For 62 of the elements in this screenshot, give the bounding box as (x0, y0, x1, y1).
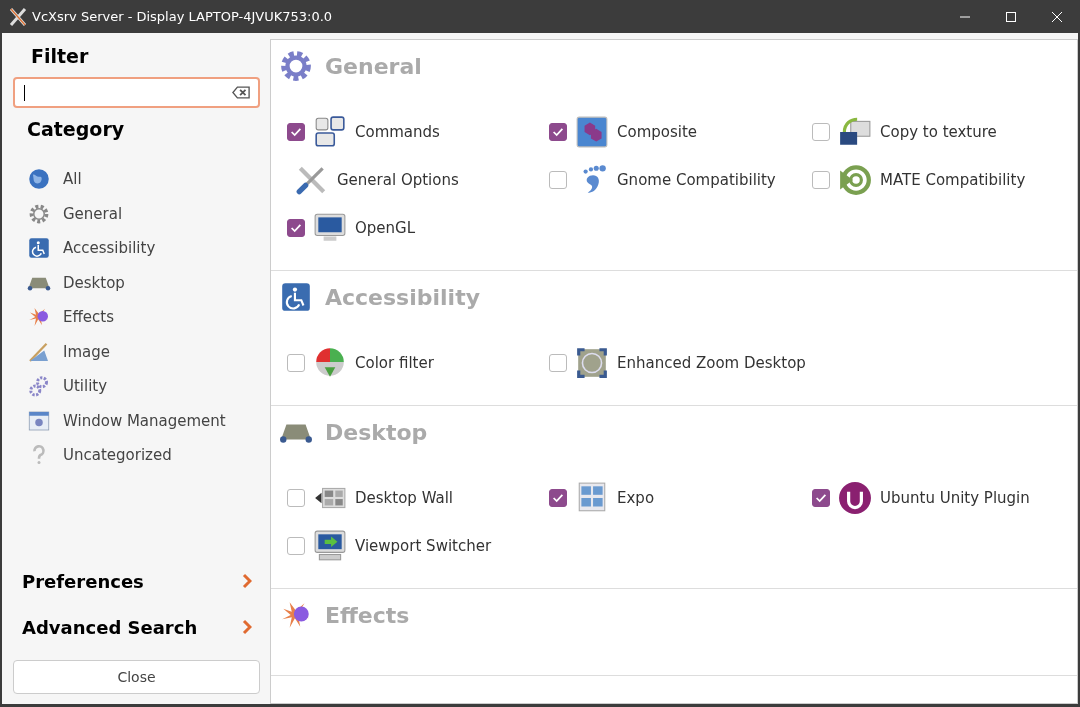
plugin-label[interactable]: General Options (337, 171, 459, 189)
category-item[interactable]: General (27, 196, 129, 231)
plugin-label[interactable]: Expo (617, 489, 655, 507)
monitor-arrow-icon (313, 529, 347, 563)
gears-icon (27, 374, 51, 399)
category-item[interactable]: Uncategorized (27, 438, 178, 473)
section-link[interactable]: Advanced Search (22, 616, 198, 638)
plugin-checkbox[interactable] (287, 123, 305, 141)
cubes-icon (575, 115, 609, 149)
plugin-checkbox[interactable] (549, 354, 567, 372)
plugin-checkbox[interactable] (287, 219, 305, 237)
plugin-checkbox[interactable] (287, 354, 305, 372)
clear-icon[interactable] (232, 86, 250, 99)
plugin-label[interactable]: Commands (355, 123, 440, 141)
plugin-label[interactable]: Ubuntu Unity Plugin (880, 489, 1030, 507)
plugin-checkbox[interactable] (287, 537, 305, 555)
section-heading: Accessibility (325, 284, 480, 310)
maximize-icon (1005, 10, 1017, 23)
plugin-checkbox[interactable] (549, 123, 567, 141)
plugin-checkbox[interactable] (287, 489, 305, 507)
category-item[interactable]: Window Management (27, 403, 232, 438)
window-icon (27, 408, 51, 433)
chevron-right-icon[interactable] (242, 573, 252, 589)
window-title: VcXsrv Server - Display LAPTOP-4JVUK753:0.0 (32, 9, 334, 24)
keyboard-keys-icon (313, 115, 347, 149)
plugin-checkbox[interactable] (812, 171, 830, 189)
section-heading: Effects (325, 602, 410, 628)
category-item[interactable]: All (27, 162, 88, 197)
plugin-label[interactable]: Viewport Switcher (355, 537, 492, 555)
filter-heading: Filter (31, 45, 89, 67)
category-item[interactable]: Utility (27, 369, 114, 404)
plugin-label[interactable]: OpenGL (355, 219, 416, 237)
zoom-frame-icon (575, 346, 609, 380)
plugin-checkbox[interactable] (812, 123, 830, 141)
gear-icon (279, 49, 313, 83)
category-heading: Category (27, 118, 125, 140)
filter-field[interactable] (13, 77, 260, 108)
close-icon (1051, 10, 1063, 23)
plugin-checkbox[interactable] (549, 171, 567, 189)
plugin-label[interactable]: MATE Compatibility (880, 171, 1026, 189)
section-heading: Desktop (325, 419, 428, 445)
globe-icon (27, 167, 51, 192)
plugin-label[interactable]: Gnome Compatibility (617, 171, 776, 189)
plugin-label[interactable]: Copy to texture (880, 123, 997, 141)
plugin-label[interactable]: Enhanced Zoom Desktop (617, 354, 806, 372)
u-circle-icon (838, 481, 872, 515)
wheelchair-icon (27, 236, 51, 261)
chevron-right-icon[interactable] (242, 619, 252, 635)
x-logo-icon (8, 6, 28, 27)
plugin-checkbox[interactable] (549, 489, 567, 507)
plugin-label[interactable]: Composite (617, 123, 698, 141)
category-item[interactable]: Desktop (27, 265, 131, 300)
plugin-label[interactable]: Color filter (355, 354, 434, 372)
close-button[interactable]: Close (13, 660, 260, 694)
section-heading: General (325, 53, 422, 79)
section-link[interactable]: Preferences (22, 570, 144, 592)
category-item[interactable]: Effects (27, 300, 120, 335)
plugin-checkbox[interactable] (812, 489, 830, 507)
category-item[interactable]: Image (27, 334, 116, 369)
wheelchair-icon (279, 280, 313, 314)
plugin-label[interactable]: Desktop Wall (355, 489, 454, 507)
category-item[interactable]: Accessibility (27, 231, 162, 266)
